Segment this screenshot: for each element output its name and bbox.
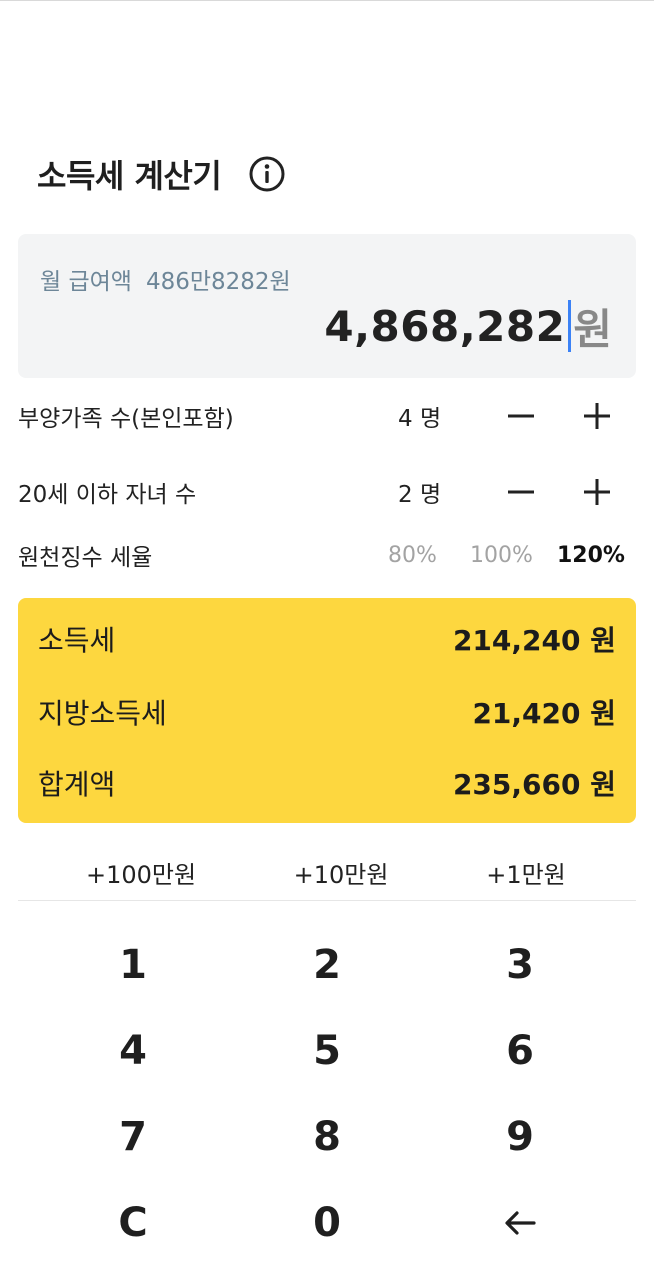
salary-amount: 4,868,282 <box>324 301 566 351</box>
salary-input-card[interactable]: 월 급여액 486만8282원 4,868,282 원 <box>18 234 636 378</box>
salary-korean-amount: 486만8282원 <box>145 269 291 295</box>
info-icon[interactable] <box>247 154 287 194</box>
total-value: 235,660 원 <box>452 768 616 801</box>
salary-value[interactable]: 4,868,282 원 <box>324 298 612 354</box>
total-row: 합계액 235,660 원 <box>38 759 616 807</box>
dependents-minus-button[interactable] <box>496 394 546 438</box>
key-3[interactable]: 3 <box>450 930 590 1000</box>
page-title: 소득세 계산기 <box>37 157 222 195</box>
local-tax-value: 21,420 원 <box>472 697 616 730</box>
key-0[interactable]: 0 <box>257 1188 397 1258</box>
key-2[interactable]: 2 <box>257 930 397 1000</box>
key-4[interactable]: 4 <box>63 1016 203 1086</box>
children-label: 20세 이하 자녀 수 <box>18 482 197 508</box>
local-tax-row: 지방소득세 21,420 원 <box>38 688 616 736</box>
result-card: 소득세 214,240 원 지방소득세 21,420 원 합계액 235,660… <box>18 598 636 823</box>
salary-label-line: 월 급여액 486만8282원 <box>40 262 291 296</box>
key-7[interactable]: 7 <box>63 1102 203 1172</box>
text-caret <box>568 300 572 352</box>
income-tax-label: 소득세 <box>38 624 116 657</box>
quick-add-row: +100만원 +10만원 +1만원 <box>0 849 654 895</box>
minus-icon <box>508 414 534 418</box>
withholding-row: 원천징수 세율 80% 100% 120% <box>18 533 636 577</box>
add-10000-button[interactable]: +1만원 <box>436 849 616 895</box>
income-tax-row: 소득세 214,240 원 <box>38 615 616 663</box>
header: 소득세 계산기 <box>37 151 287 197</box>
dependents-count: 4 명 <box>398 406 442 432</box>
key-8[interactable]: 8 <box>257 1102 397 1172</box>
dependents-plus-button[interactable] <box>572 394 622 438</box>
children-minus-button[interactable] <box>496 470 546 514</box>
rate-option-120[interactable]: 120% <box>557 543 625 568</box>
key-clear[interactable]: C <box>63 1188 203 1258</box>
income-tax-value: 214,240 원 <box>452 624 616 657</box>
key-6[interactable]: 6 <box>450 1016 590 1086</box>
salary-label: 월 급여액 <box>40 269 132 295</box>
backspace-button[interactable] <box>450 1188 590 1258</box>
dependents-row: 부양가족 수(본인포함) 4 명 <box>18 394 636 438</box>
minus-icon <box>508 490 534 494</box>
children-plus-button[interactable] <box>572 470 622 514</box>
key-9[interactable]: 9 <box>450 1102 590 1172</box>
children-row: 20세 이하 자녀 수 2 명 <box>18 470 636 514</box>
plus-icon <box>584 403 610 429</box>
backspace-arrow-icon <box>505 1211 536 1235</box>
calculator-screen: 소득세 계산기 월 급여액 486만8282원 4,868,282 원 부양가족 … <box>0 0 654 1280</box>
children-count: 2 명 <box>398 482 442 508</box>
local-tax-label: 지방소득세 <box>38 697 167 730</box>
total-label: 합계액 <box>38 768 116 801</box>
divider <box>18 900 636 901</box>
plus-icon <box>584 479 610 505</box>
dependents-label: 부양가족 수(본인포함) <box>18 406 234 432</box>
key-1[interactable]: 1 <box>63 930 203 1000</box>
key-5[interactable]: 5 <box>257 1016 397 1086</box>
add-100000-button[interactable]: +10만원 <box>251 849 431 895</box>
add-1000000-button[interactable]: +100만원 <box>51 849 231 895</box>
withholding-label: 원천징수 세율 <box>18 545 153 571</box>
rate-option-80[interactable]: 80% <box>388 543 437 568</box>
salary-unit: 원 <box>573 304 612 354</box>
rate-option-100[interactable]: 100% <box>470 543 533 568</box>
